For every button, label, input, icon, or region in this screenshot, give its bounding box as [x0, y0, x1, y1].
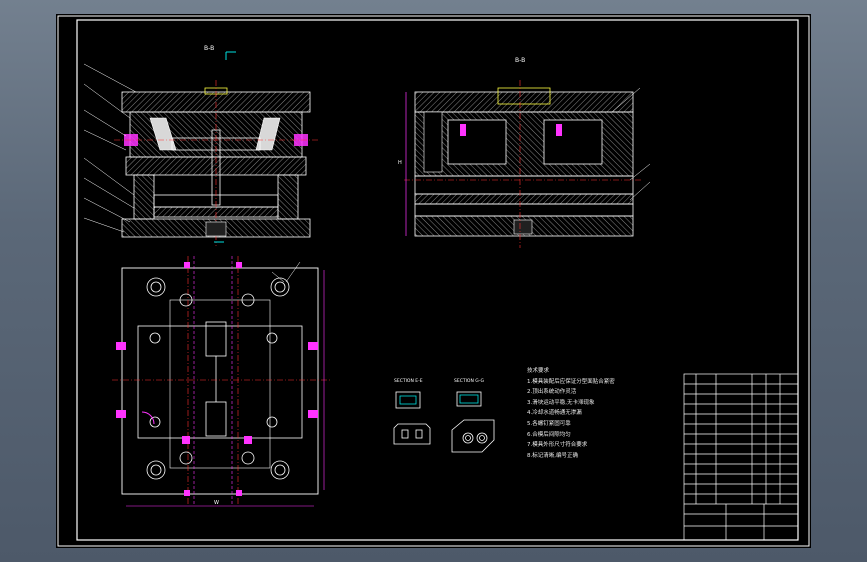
technical-notes: 技术要求 1.模具装配后应保证分型面贴合紧密 2.顶出系统动作灵活 3.滑块运动…	[527, 366, 697, 461]
note-line: 3.滑块运动平稳,无卡滞现象	[527, 399, 595, 406]
drawing-canvas	[57, 15, 810, 547]
left-section-view	[83, 51, 320, 246]
note-line: 6.合模后间隙均匀	[527, 431, 571, 438]
note-line: 2.顶出系统动作灵活	[527, 389, 577, 396]
detail-views	[393, 391, 495, 453]
dim-height-label: H	[398, 160, 402, 166]
section-a-label: B-B	[204, 45, 215, 52]
title-block	[683, 373, 799, 541]
note-line: 技术要求	[527, 368, 550, 374]
section-b-label: B-B	[515, 57, 526, 64]
plan-view	[112, 256, 330, 507]
note-line: 5.各螺钉紧固可靠	[527, 420, 571, 427]
section-detail-2: SECTION G-G	[454, 379, 485, 384]
note-line: 4.冷却水道畅通无渗漏	[527, 410, 582, 417]
dim-width-label: W	[214, 500, 219, 506]
right-section-view	[404, 80, 651, 248]
note-line: 7.模具外形尺寸符合要求	[527, 442, 588, 449]
cad-viewport: B-B B-B SECTION E-E SECTION G-G H W 技术要求…	[0, 0, 867, 562]
section-detail-1: SECTION E-E	[394, 379, 423, 384]
note-line: 1.模具装配后应保证分型面贴合紧密	[527, 378, 615, 385]
note-line: 8.标记清晰,编号正确	[527, 452, 578, 459]
